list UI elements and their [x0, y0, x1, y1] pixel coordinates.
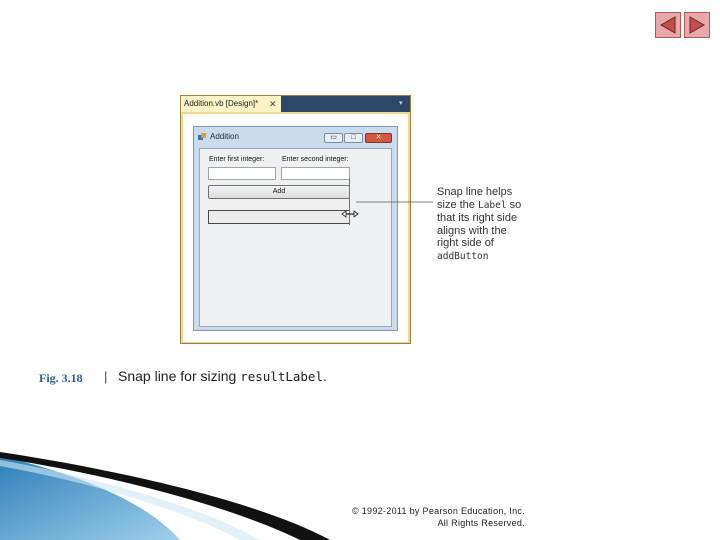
caption-code: resultLabel — [240, 369, 323, 384]
copyright-notice: © 1992-2011 by Pearson Education, Inc. A… — [300, 505, 525, 529]
callout-text: Snap line helps size the Label so that i… — [437, 186, 527, 263]
figure-number: Fig. 3.18 — [39, 371, 83, 385]
figure-caption: Snap line for sizing resultLabel. — [118, 368, 327, 384]
callout-code-label: Label — [477, 199, 507, 211]
caption-text: Snap line for sizing — [118, 368, 241, 384]
caption-period: . — [322, 368, 327, 384]
caption-separator: | — [104, 369, 108, 384]
copyright-line2: All Rights Reserved. — [437, 518, 525, 528]
callout-code-addbutton: addButton — [437, 250, 489, 262]
copyright-line1: © 1992-2011 by Pearson Education, Inc. — [352, 506, 525, 516]
